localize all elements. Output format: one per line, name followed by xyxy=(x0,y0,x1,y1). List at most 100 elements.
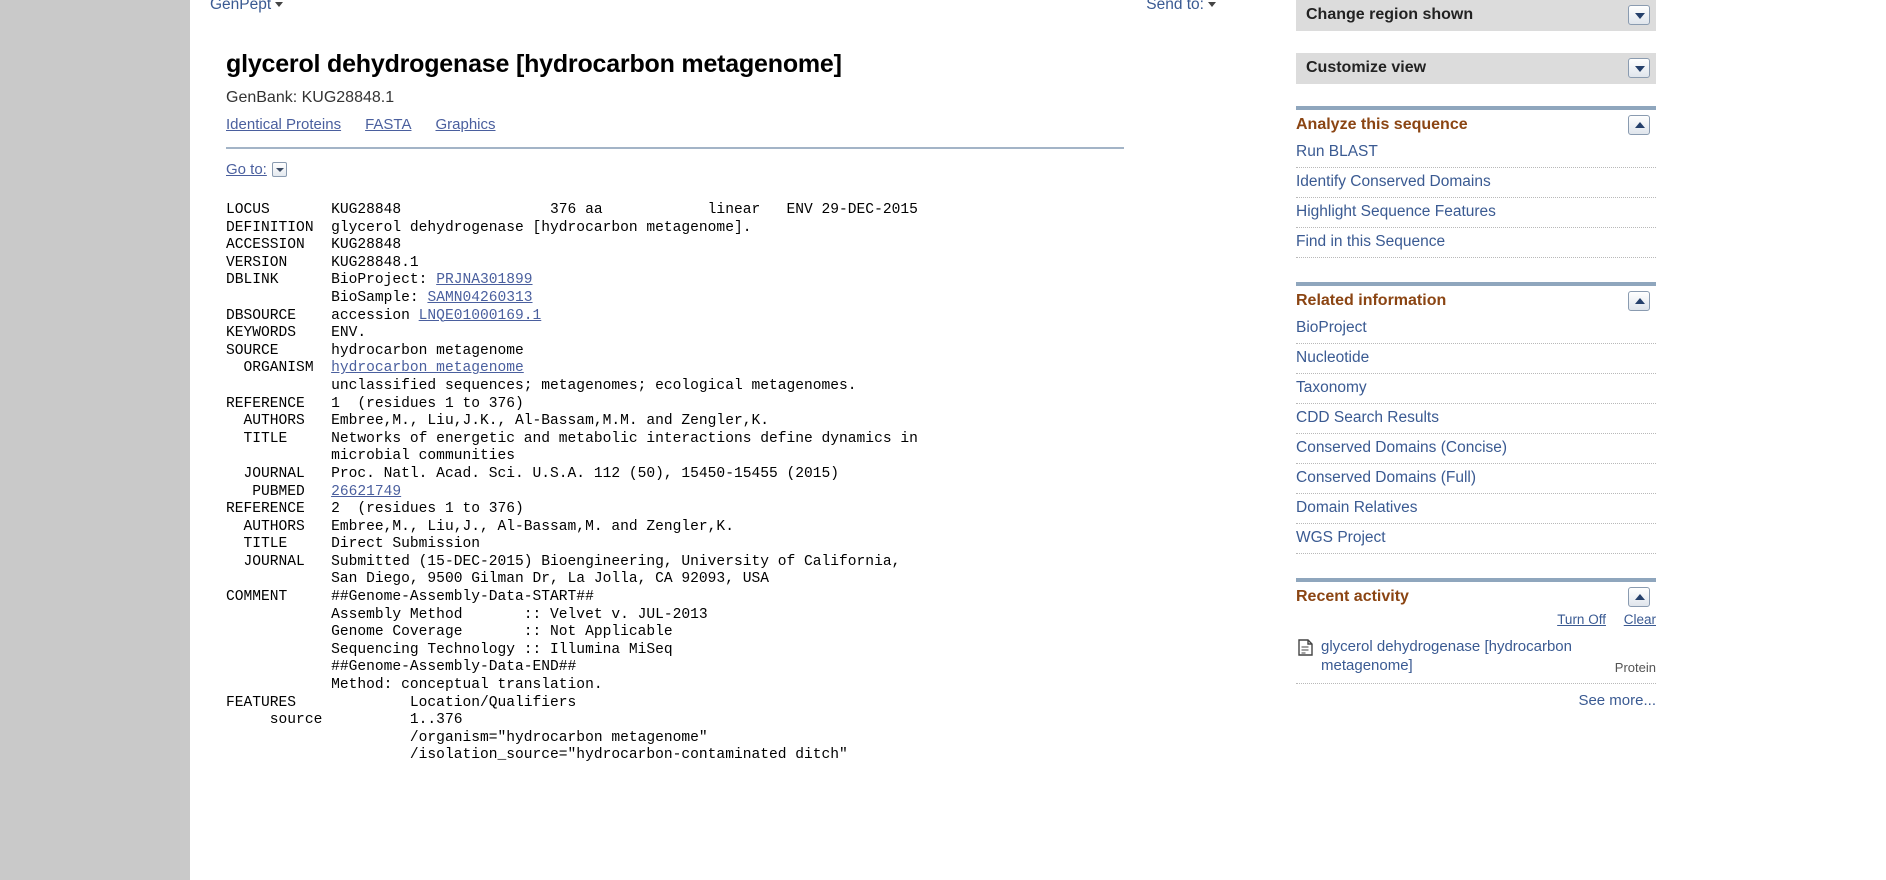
flatfile-line: unclassified sequences; metagenomes; eco… xyxy=(226,377,857,394)
list-item[interactable]: Conserved Domains (Full) xyxy=(1296,464,1656,494)
related-link-bioproject[interactable]: BioProject xyxy=(1296,319,1367,336)
list-item[interactable]: Find in this Sequence xyxy=(1296,228,1656,258)
analyze-link-highlight-sequence-features[interactable]: Highlight Sequence Features xyxy=(1296,203,1496,220)
flatfile-line: LOCUS KUG28848 376 aa linear ENV 29-DEC-… xyxy=(226,202,918,218)
flatfile-link[interactable]: 26621749 xyxy=(331,484,401,500)
list-item[interactable]: Domain Relatives xyxy=(1296,494,1656,524)
go-to-label[interactable]: Go to: xyxy=(226,161,267,178)
main-content-column: GenPept Send to: glycerol dehydrogenase … xyxy=(190,0,1296,765)
portlet-title-analyze: Analyze this sequence xyxy=(1296,116,1468,133)
portlet-header-related: Related information xyxy=(1296,286,1656,314)
flatfile-line: REFERENCE 1 (residues 1 to 376) xyxy=(226,395,524,412)
flatfile-line: FEATURES Location/Qualifiers xyxy=(226,694,577,711)
related-link-nucleotide[interactable]: Nucleotide xyxy=(1296,349,1369,366)
list-item[interactable]: Conserved Domains (Concise) xyxy=(1296,434,1656,464)
flatfile-link[interactable]: hydrocarbon metagenome xyxy=(331,360,524,376)
flatfile-line: ACCESSION KUG28848 xyxy=(226,237,402,254)
flatfile-line: COMMENT ##Genome-Assembly-Data-START## xyxy=(226,589,594,606)
flatfile-line: TITLE Direct Submission xyxy=(226,536,480,553)
related-link-taxonomy[interactable]: Taxonomy xyxy=(1296,379,1367,396)
related-link-conserved-domains-full[interactable]: Conserved Domains (Full) xyxy=(1296,469,1476,486)
list-item[interactable]: WGS Project xyxy=(1296,524,1656,554)
link-fasta[interactable]: FASTA xyxy=(365,116,411,133)
page-root: GenPept Send to: glycerol dehydrogenase … xyxy=(0,0,1886,880)
list-item[interactable]: Identify Conserved Domains xyxy=(1296,168,1656,198)
portlet-title-recent: Recent activity xyxy=(1296,588,1409,605)
link-graphics[interactable]: Graphics xyxy=(435,116,495,133)
send-to-label: Send to: xyxy=(1146,0,1204,13)
analyze-link-run-blast[interactable]: Run BLAST xyxy=(1296,143,1378,160)
list-item[interactable]: Nucleotide xyxy=(1296,344,1656,374)
flatfile-line: REFERENCE 2 (residues 1 to 376) xyxy=(226,501,524,518)
clear-button[interactable]: Clear xyxy=(1624,612,1656,627)
recent-activity-title[interactable]: glycerol dehydrogenase [hydrocarbon meta… xyxy=(1321,637,1607,675)
portlet-customize-view[interactable]: Customize view xyxy=(1296,53,1656,84)
portlet-analyze-sequence: Analyze this sequence Run BLAST Identify … xyxy=(1296,106,1656,258)
chevron-down-icon[interactable] xyxy=(1628,58,1650,78)
portlet-related-information: Related information BioProject Nucleotide… xyxy=(1296,282,1656,554)
chevron-down-icon[interactable] xyxy=(1628,5,1650,25)
chevron-up-icon[interactable] xyxy=(1628,115,1650,135)
right-sidebar: Change region shown Customize view Analy… xyxy=(1296,0,1886,709)
portlet-recent-activity: Recent activity Turn Off Clear glycerol … xyxy=(1296,578,1656,709)
format-selector-genpept[interactable]: GenPept xyxy=(210,0,284,14)
flatfile-line: /isolation_source="hydrocarbon-contamina… xyxy=(226,747,848,764)
flatfile-line: JOURNAL Proc. Natl. Acad. Sci. U.S.A. 11… xyxy=(226,465,840,482)
related-link-conserved-domains-concise[interactable]: Conserved Domains (Concise) xyxy=(1296,439,1507,456)
flatfile-line: microbial communities xyxy=(226,448,516,465)
flatfile-line: DEFINITION glycerol dehydrogenase [hydro… xyxy=(226,219,752,236)
format-selector-label: GenPept xyxy=(210,0,272,13)
flatfile-line: VERSION KUG28848.1 xyxy=(226,254,419,271)
accession-line: GenBank: KUG28848.1 xyxy=(226,89,395,106)
flatfile-line: DBSOURCE accession LNQE01000169.1 xyxy=(226,307,542,324)
list-item[interactable]: Taxonomy xyxy=(1296,374,1656,404)
list-item[interactable]: Highlight Sequence Features xyxy=(1296,198,1656,228)
document-icon xyxy=(1298,639,1313,661)
flatfile-line: San Diego, 9500 Gilman Dr, La Jolla, CA … xyxy=(226,571,769,588)
list-item[interactable]: Run BLAST xyxy=(1296,138,1656,168)
related-link-wgs-project[interactable]: WGS Project xyxy=(1296,529,1386,546)
related-link-domain-relatives[interactable]: Domain Relatives xyxy=(1296,499,1417,516)
flatfile-line: Method: conceptual translation. xyxy=(226,677,603,694)
flatfile-line: BioSample: SAMN04260313 xyxy=(226,289,533,306)
turn-off-button[interactable]: Turn Off xyxy=(1557,612,1606,627)
recent-activity-list: glycerol dehydrogenase [hydrocarbon meta… xyxy=(1296,633,1656,684)
flatfile-line: /organism="hydrocarbon metagenome" xyxy=(226,729,708,746)
divider xyxy=(226,147,1124,149)
record-links-row: Identical Proteins FASTA Graphics xyxy=(226,116,1276,133)
list-item[interactable]: BioProject xyxy=(1296,314,1656,344)
portlet-title-related: Related information xyxy=(1296,292,1447,309)
portlet-change-region[interactable]: Change region shown xyxy=(1296,0,1656,31)
recent-activity-type: Protein xyxy=(1614,660,1656,675)
flatfile-line: Assembly Method :: Velvet v. JUL-2013 xyxy=(226,606,708,623)
flatfile-link[interactable]: PRJNA301899 xyxy=(436,272,532,288)
record-toolbar: GenPept Send to: xyxy=(210,0,1276,22)
flatfile-line: DBLINK BioProject: PRJNA301899 xyxy=(226,272,533,289)
chevron-up-icon[interactable] xyxy=(1628,291,1650,311)
link-identical-proteins[interactable]: Identical Proteins xyxy=(226,116,341,133)
list-item[interactable]: CDD Search Results xyxy=(1296,404,1656,434)
flatfile-line: JOURNAL Submitted (15-DEC-2015) Bioengin… xyxy=(226,553,901,570)
chevron-down-icon[interactable] xyxy=(271,162,287,177)
chevron-down-icon xyxy=(1208,2,1216,7)
recent-activity-actions: Turn Off Clear xyxy=(1296,610,1656,633)
flatfile-link[interactable]: LNQE01000169.1 xyxy=(419,308,542,324)
see-more-row: See more... xyxy=(1296,684,1656,709)
flatfile-line: SOURCE hydrocarbon metagenome xyxy=(226,342,524,359)
chevron-down-icon xyxy=(275,2,284,7)
flatfile-line: ##Genome-Assembly-Data-END## xyxy=(226,659,577,676)
flatfile-line: AUTHORS Embree,M., Liu,J.K., Al-Bassam,M… xyxy=(226,413,769,430)
flatfile-link[interactable]: SAMN04260313 xyxy=(427,290,532,306)
analyze-link-find-in-this-sequence[interactable]: Find in this Sequence xyxy=(1296,233,1445,250)
related-link-cdd-search-results[interactable]: CDD Search Results xyxy=(1296,409,1439,426)
analyze-link-identify-conserved-domains[interactable]: Identify Conserved Domains xyxy=(1296,173,1491,190)
send-to-button[interactable]: Send to: xyxy=(1146,0,1216,14)
flatfile-line: AUTHORS Embree,M., Liu,J., Al-Bassam,M. … xyxy=(226,518,734,535)
chevron-up-icon[interactable] xyxy=(1628,587,1650,607)
recent-activity-item[interactable]: glycerol dehydrogenase [hydrocarbon meta… xyxy=(1296,633,1656,684)
genbank-flatfile: LOCUS KUG28848 376 aa linear ENV 29-DEC-… xyxy=(226,202,1276,765)
analyze-links-list: Run BLAST Identify Conserved Domains Highl… xyxy=(1296,138,1656,258)
see-more-link[interactable]: See more... xyxy=(1578,692,1656,709)
